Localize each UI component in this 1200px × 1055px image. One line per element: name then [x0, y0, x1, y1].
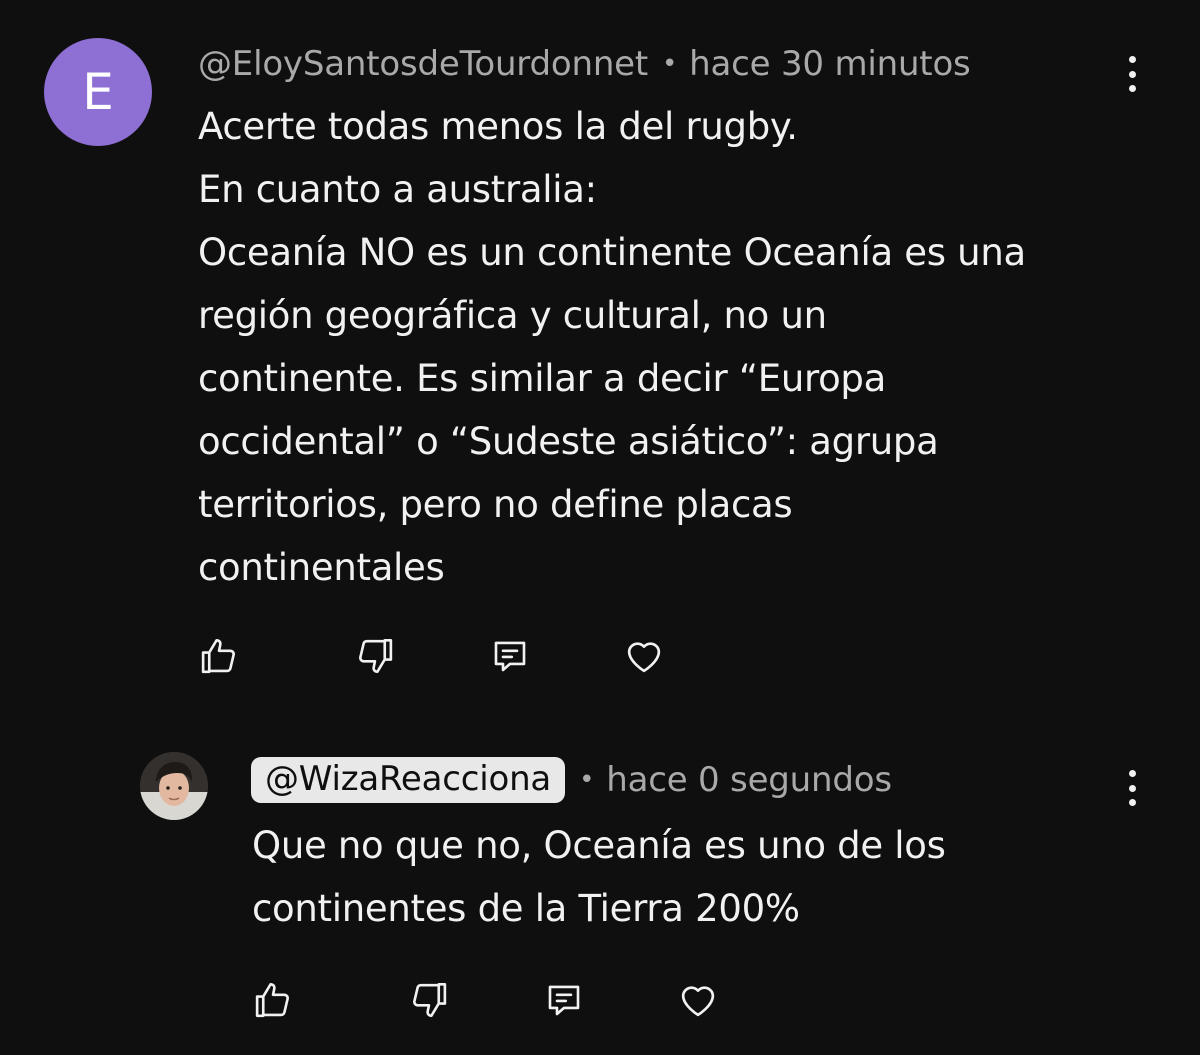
comment-actions	[196, 634, 666, 678]
reply-meta: @WizaReacciona • hace 0 segundos	[251, 753, 892, 807]
thumbs-up-icon	[201, 638, 235, 674]
heart-button[interactable]	[676, 978, 720, 1022]
comment-text-line: Acerte todas menos la del rugby.	[198, 105, 798, 148]
like-button[interactable]	[250, 978, 294, 1022]
comment-text-line: continentales	[198, 546, 445, 589]
user-photo-icon	[140, 752, 208, 820]
like-button[interactable]	[196, 634, 240, 678]
more-options-icon[interactable]	[1124, 770, 1140, 806]
reply-text-line: continentes de la Tierra 200%	[252, 887, 800, 930]
comment-text: Acerte todas menos la del rugby. En cuan…	[198, 95, 1026, 599]
meta-separator: •	[662, 49, 678, 79]
more-options-icon[interactable]	[1124, 56, 1140, 92]
avatar[interactable]: E	[44, 38, 152, 146]
reply-button[interactable]	[488, 634, 532, 678]
comment-text-line: continente. Es similar a decir “Europa	[198, 357, 886, 400]
thumbs-up-icon	[255, 982, 289, 1018]
meta-separator: •	[579, 765, 595, 795]
avatar[interactable]	[140, 752, 208, 820]
comment-text-line: Oceanía NO es un continente Oceanía es u…	[198, 231, 1026, 274]
heart-icon	[627, 642, 661, 673]
dislike-button[interactable]	[354, 634, 398, 678]
reply-timestamp: hace 0 segundos	[606, 760, 892, 800]
comment-text-line: territorios, pero no define placas	[198, 483, 793, 526]
reply-button[interactable]	[542, 978, 586, 1022]
comment-text-line: región geográfica y cultural, no un	[198, 294, 827, 337]
heart-button[interactable]	[622, 634, 666, 678]
reply-icon	[548, 985, 580, 1016]
author-handle[interactable]: @EloySantosdeTourdonnet	[198, 44, 648, 84]
reply-text: Que no que no, Oceanía es uno de los con…	[252, 814, 946, 940]
reply-text-line: Que no que no, Oceanía es uno de los	[252, 824, 946, 867]
author-handle-chip[interactable]: @WizaReacciona	[251, 757, 566, 803]
reply-icon	[494, 641, 526, 672]
thumbs-down-icon	[359, 638, 393, 674]
comment-timestamp: hace 30 minutos	[689, 44, 971, 84]
comment-text-line: occidental” o “Sudeste asiático”: agrupa	[198, 420, 939, 463]
comment: E @EloySantosdeTourdonnet • hace 30 minu…	[0, 0, 1200, 700]
comment-text-line: En cuanto a australia:	[198, 168, 597, 211]
thumbs-down-icon	[413, 982, 447, 1018]
avatar-letter: E	[82, 63, 114, 121]
dislike-button[interactable]	[408, 978, 452, 1022]
heart-icon	[681, 986, 715, 1017]
reply-actions	[250, 978, 720, 1022]
comment-meta: @EloySantosdeTourdonnet • hace 30 minuto…	[198, 40, 971, 88]
